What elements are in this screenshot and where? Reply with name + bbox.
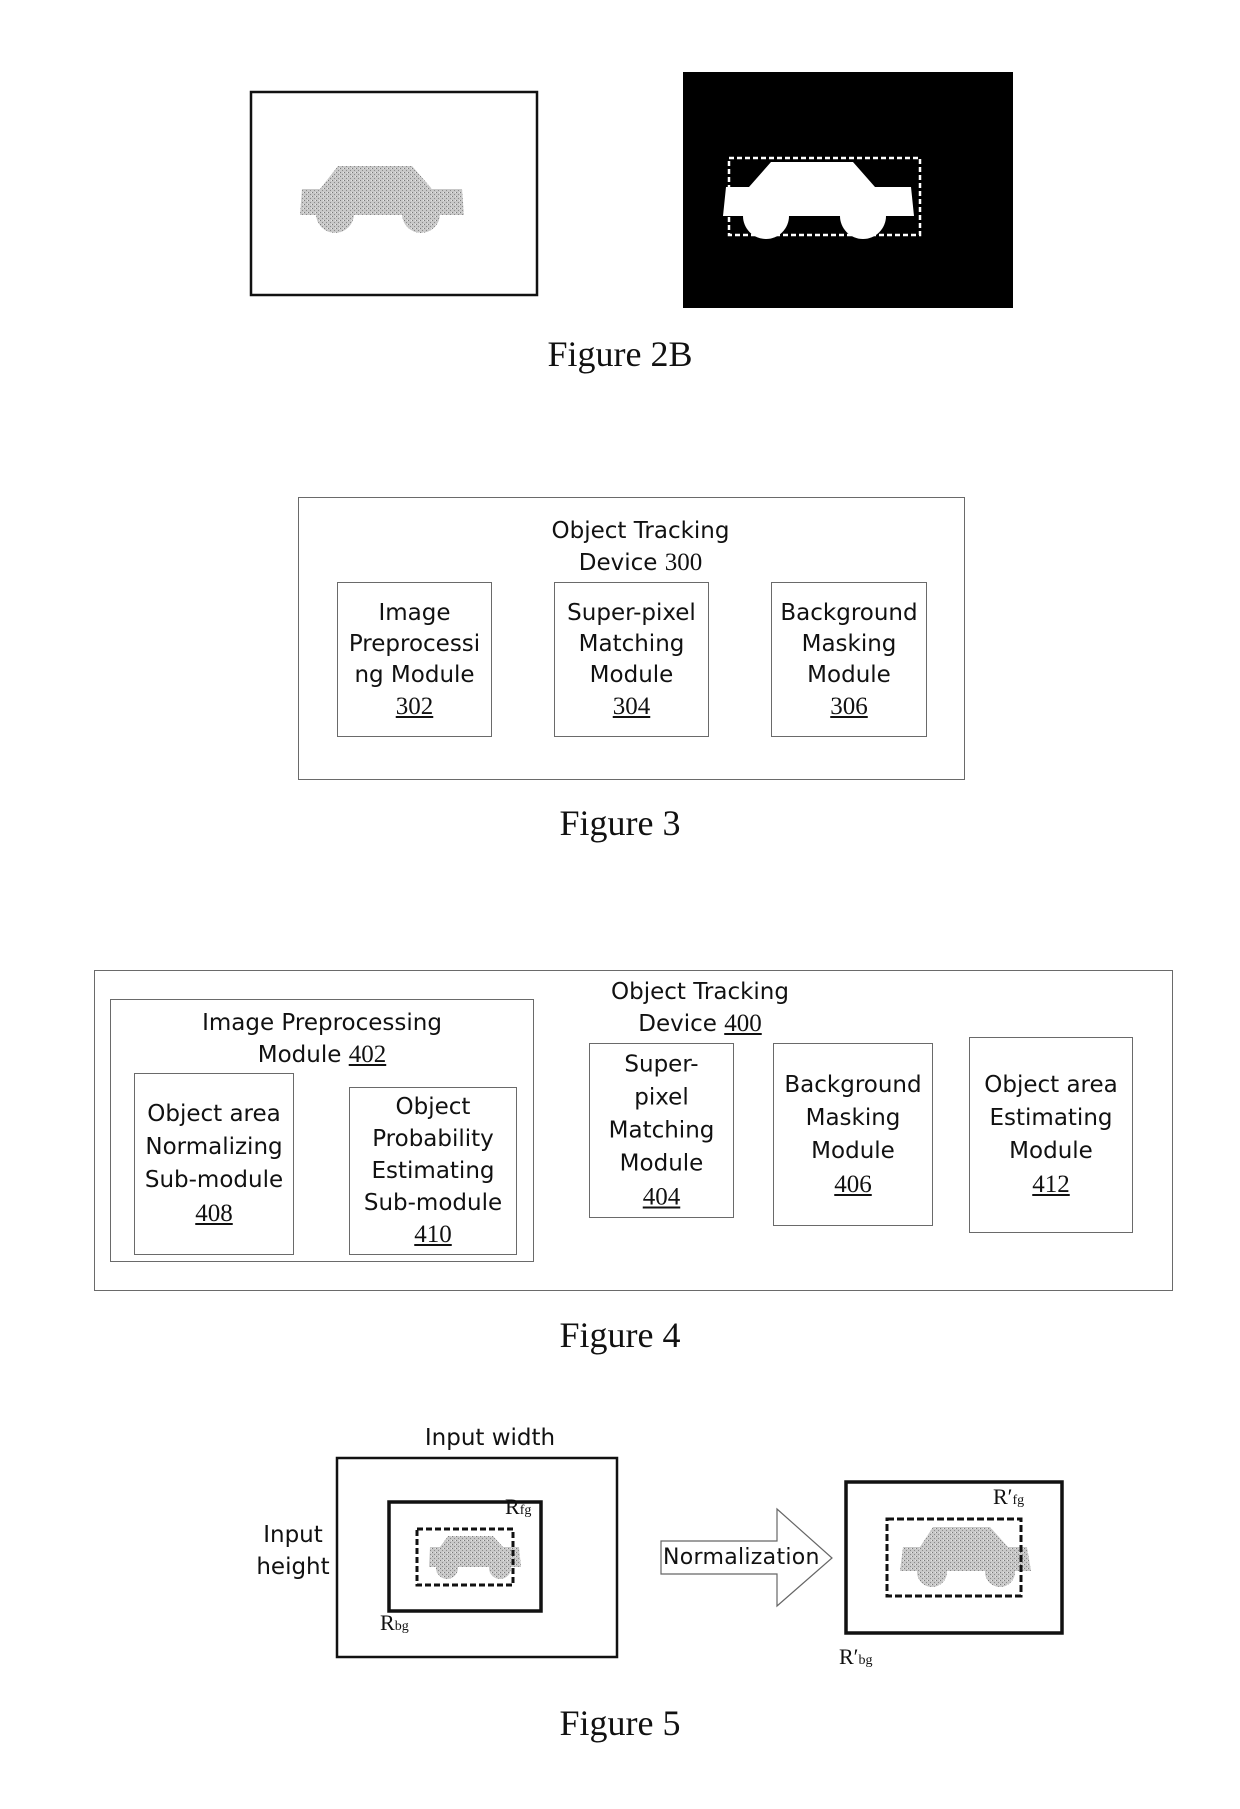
background-masking-module-406: Background Masking Module 406 [773,1043,933,1226]
module-402-title: Image Preprocessing Module 402 [110,1008,534,1071]
r-prime-fg-base: R′ [993,1484,1013,1509]
submodule-410-line4: Sub-module [363,1190,503,1216]
module-406-line2: Masking [805,1104,901,1131]
module-302-ref: 302 [395,692,434,720]
submodule-410-line3: Estimating [371,1158,495,1184]
module-302-line3: ng Module [354,661,475,688]
figure-4-caption: Figure 4 [559,1315,681,1355]
device-ref-400: 400 [724,1010,762,1037]
r-prime-bg-base: R′ [839,1644,859,1669]
module-304-line1: Super-pixel [567,599,696,626]
figure-5-caption: Figure 5 [559,1703,681,1743]
object-area-normalizing-submodule-408: Object area Normalizing Sub-module 408 [134,1073,294,1255]
input-height-line1: Input [263,1522,323,1548]
r-prime-fg-label: R′fg [993,1484,1024,1510]
submodule-410-ref: 410 [414,1221,452,1248]
device-400-title-line1: Object Tracking [611,979,789,1005]
input-width-label: Input width [424,1425,556,1451]
module-402-title-line1: Image Preprocessing [202,1010,442,1036]
submodule-410-line2: Probability [372,1126,494,1152]
device-label: Device [578,550,658,576]
super-pixel-matching-module-404: Super- pixel Matching Module 404 [589,1043,734,1218]
input-height-label: Input height [243,1519,343,1583]
input-height-line2: height [256,1554,330,1580]
module-304-line3: Module [589,661,674,688]
normalization-label: Normalization [663,1545,820,1570]
super-pixel-matching-module-304: Super-pixel Matching Module 304 [554,582,709,737]
submodule-408-line3: Sub-module [144,1167,284,1193]
figure-graphics-layer [249,72,1064,1659]
background-masking-module-306: Background Masking Module 306 [771,582,927,737]
r-bg-label: Rbg [380,1610,409,1636]
device-300-title: Object Tracking Device 300 [298,516,983,579]
module-404-line2: pixel [634,1084,689,1110]
submodule-408-line1: Object area [147,1101,281,1127]
device-400-title: Object Tracking Device 400 [560,977,840,1040]
fig5-normalized-frame [844,1480,1064,1635]
r-prime-fg-sub: fg [1012,1493,1025,1508]
module-404-line1: Super- [624,1051,699,1077]
module-304-ref: 304 [612,692,651,720]
submodule-408-ref: 408 [195,1200,233,1227]
module-402-label: Module [257,1042,342,1068]
device-400-label: Device [638,1011,717,1037]
r-fg-sub: fg [519,1503,532,1518]
module-304-line2: Matching [578,630,685,657]
device-300-title-line1: Object Tracking [551,518,730,544]
module-406-line3: Module [811,1137,895,1164]
module-402-ref: 402 [348,1041,387,1068]
module-404-line3: Matching [608,1117,715,1143]
fig2b-left-panel [249,90,539,297]
fig2b-right-panel [683,72,1013,308]
module-412-line1: Object area [984,1072,1118,1098]
submodule-410-line1: Object [395,1094,471,1120]
module-404-line4: Module [619,1150,704,1176]
module-406-ref: 406 [834,1170,872,1198]
r-prime-bg-label: R′bg [839,1644,873,1670]
module-302-line1: Image [378,599,451,626]
submodule-408-line2: Normalizing [145,1134,283,1160]
module-306-line1: Background [780,599,918,626]
module-402-title-line2: Module 402 [110,1039,534,1071]
module-302-line2: Preprocessi [348,630,481,657]
r-bg-base: R [380,1610,395,1635]
r-fg-base: R [505,1494,520,1519]
module-306-line2: Masking [801,630,897,657]
module-406-line1: Background [784,1071,922,1098]
figure-2b-caption: Figure 2B [547,334,693,374]
r-prime-bg-sub: bg [858,1653,873,1668]
device-300-title-line2: Device 300 [298,547,983,579]
module-404-ref: 404 [642,1183,681,1210]
figure-3-caption: Figure 3 [559,803,681,843]
device-ref-300: 300 [664,549,703,576]
module-412-ref: 412 [1032,1171,1070,1198]
r-fg-label: Rfg [505,1494,531,1520]
r-bg-sub: bg [394,1619,409,1634]
object-probability-estimating-submodule-410: Object Probability Estimating Sub-module… [349,1087,517,1255]
object-area-estimating-module-412: Object area Estimating Module 412 [969,1037,1133,1233]
module-306-ref: 306 [830,692,868,720]
module-306-line3: Module [807,661,891,688]
module-412-line2: Estimating [989,1105,1113,1131]
device-400-title-line2: Device 400 [560,1008,840,1040]
fig5-input-frame [335,1456,619,1659]
module-412-line3: Module [1009,1138,1093,1164]
image-preprocessing-module-302: Image Preprocessi ng Module 302 [337,582,492,737]
